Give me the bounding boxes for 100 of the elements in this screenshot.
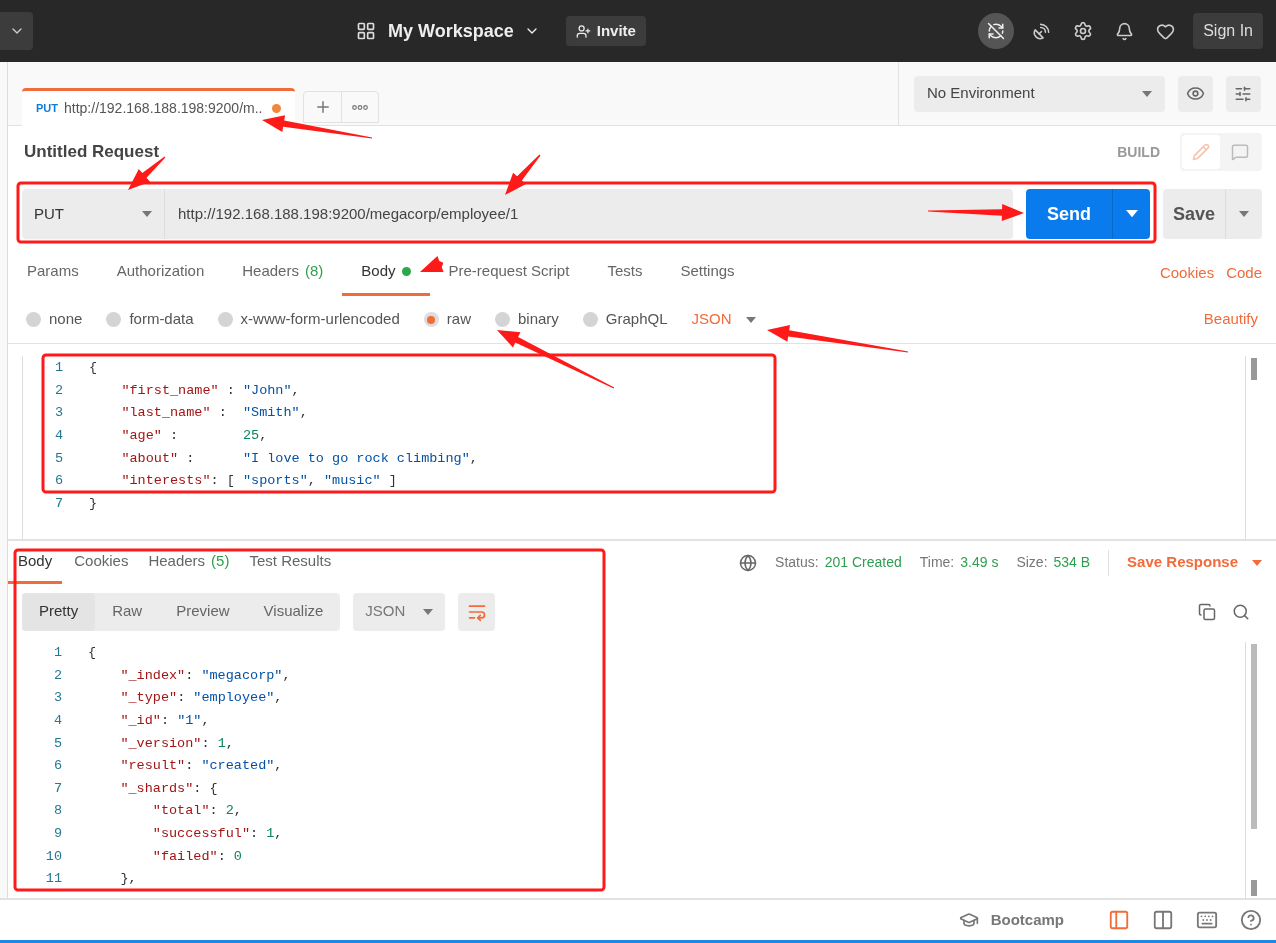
caret-icon [1125,210,1138,218]
code-line: "_type": "employee", [119,689,283,708]
sync-off-icon[interactable] [978,13,1015,49]
send-options-button[interactable] [1112,189,1150,239]
code-line: "result": "created", [119,757,283,776]
sign-in-button[interactable]: Sign In [1193,13,1263,49]
response-tab[interactable]: Cookies [66,541,137,584]
caret-icon [745,316,756,323]
bootcamp-button[interactable]: Bootcamp [958,908,1064,932]
send-button[interactable]: Send [1026,189,1112,239]
eye-icon[interactable] [1178,75,1213,112]
satellite-dish-icon[interactable] [1032,21,1052,41]
scrollbar-thumb[interactable] [1251,644,1257,829]
request-tab[interactable]: Headers (8) [223,250,343,296]
request-title: Untitled Request [24,141,160,164]
request-tab[interactable]: Settings [661,250,754,296]
request-tab[interactable]: Pre-request Script [429,250,589,296]
view-mode-tab[interactable]: Pretty [22,592,96,631]
view-mode-tab[interactable]: Raw [95,592,160,631]
line-number: 3 [53,404,64,423]
sidebar-toggle-button[interactable] [0,12,33,50]
size-label: Size: [1016,553,1048,572]
line-number: 3 [52,689,63,708]
code-line: } [89,494,98,513]
status-value: 201 Created [824,553,902,572]
annotation-arrow [505,154,541,195]
layout-toggle-icon[interactable] [1108,909,1130,931]
search-icon[interactable] [1232,602,1250,621]
invite-button[interactable]: Invite [565,16,646,46]
line-number: 6 [53,472,64,491]
wrap-icon[interactable] [458,592,496,631]
link[interactable]: Cookies [1159,261,1215,285]
response-format-select[interactable]: JSON [353,592,446,631]
line-number: 4 [53,426,64,445]
body-type-radio[interactable]: GraphQL [582,308,668,331]
ellipsis-icon [352,104,368,110]
code-line: "about" : "I love to go rock climbing", [120,449,478,468]
caret-icon [1252,559,1262,566]
code-line: "interests": [ "sports", "music" ] [120,472,397,491]
response-tab[interactable]: Headers (5) [140,541,238,584]
body-type-radio[interactable]: raw [423,308,471,331]
caret-icon [1142,90,1153,97]
body-type-radio[interactable]: form-data [106,308,194,331]
annotation-arrow [420,256,444,272]
response-tab[interactable]: Test Results [241,541,340,584]
line-number: 7 [53,494,64,513]
heart-icon[interactable] [1156,21,1176,41]
scrollbar-thumb[interactable] [1251,358,1257,380]
line-number: 11 [44,870,63,889]
request-tab[interactable]: Params [8,250,98,296]
mode-label: BUILD [1117,142,1160,162]
code-line: "first_name" : "John", [120,381,300,400]
code-line: "total": 2, [151,802,242,821]
environment-select[interactable]: No Environment [914,75,1166,112]
graduation-cap-icon [958,910,979,930]
copy-icon[interactable] [1198,602,1216,621]
code-line: "failed": 0 [151,847,242,866]
grid-icon [356,21,376,41]
line-number: 1 [52,644,63,663]
line-number: 6 [52,757,63,776]
view-mode-tab[interactable]: Preview [159,592,247,631]
add-user-icon [575,23,591,39]
code-line: "last_name" : "Smith", [120,404,308,423]
line-number: 5 [52,734,63,753]
url-input[interactable]: http://192.168.188.198:9200/megacorp/employee/1 [165,189,1013,239]
code-line: "successful": 1, [151,824,283,843]
body-type-radio[interactable]: none [26,308,83,331]
tab-title: http://192.168.188.198:9200/m.. [64,99,263,118]
link[interactable]: Code [1226,261,1262,285]
settings-icon[interactable] [1073,21,1094,41]
sliders-icon[interactable] [1225,75,1261,112]
method-label: PUT [36,101,58,117]
globe-icon [739,553,758,572]
keyboard-icon[interactable] [1196,909,1218,931]
beautify-link[interactable]: Beautify [1203,308,1258,331]
line-number: 2 [52,666,63,685]
caret-icon [423,608,434,615]
response-tab[interactable]: Body [8,541,63,584]
body-type-radio[interactable]: binary [494,308,559,331]
line-number: 4 [52,711,63,730]
view-mode-tab[interactable]: Visualize [246,592,341,631]
request-tab[interactable]: Tests [588,250,662,296]
format-select[interactable]: JSON [691,308,756,331]
line-number: 8 [52,802,63,821]
workspace-menu[interactable]: My Workspace [388,17,540,45]
code-line: "_id": "1", [119,711,210,730]
line-number: 5 [53,449,64,468]
layout-toggle-icon[interactable] [1152,909,1174,931]
code-line: { [88,644,97,663]
save-button[interactable]: Save [1163,189,1225,239]
request-tab[interactable]: Authorization [97,250,224,296]
time-label: Time: [919,553,955,572]
line-number: 10 [44,847,63,866]
help-icon[interactable] [1240,909,1262,931]
time-value: 3.49 s [960,553,999,572]
line-number: 1 [53,359,64,378]
request-tab[interactable]: PUT http://192.168.188.198:9200/m.. [22,88,295,126]
bell-icon[interactable] [1115,21,1135,41]
method-select[interactable]: PUT [22,189,165,239]
body-type-radio[interactable]: x-www-form-urlencoded [217,308,400,331]
